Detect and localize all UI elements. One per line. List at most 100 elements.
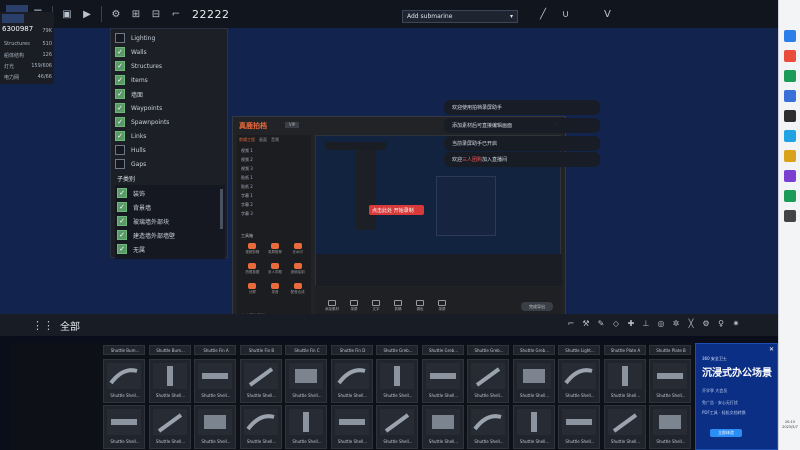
recording-tooltip[interactable]: 点击此处 开始录制 <box>369 205 424 215</box>
track-item[interactable]: 字幕 3 <box>241 210 307 217</box>
tab-picture[interactable]: 画面 <box>259 137 267 143</box>
part-tile[interactable]: Shuttle Fin B <box>239 345 282 355</box>
add-media-button[interactable]: 添加素材 <box>323 300 341 312</box>
close-icon[interactable]: ✕ <box>769 346 774 353</box>
ad-cta-button[interactable]: 立即体验 <box>710 429 742 437</box>
part-tile[interactable]: Shuttle Shell... <box>649 359 691 403</box>
part-tile[interactable]: Shuttle Fin D <box>330 345 373 355</box>
part-tile[interactable]: Shuttle Plate B <box>649 345 691 355</box>
layer-toggle-waypoints[interactable]: Waypoints <box>115 102 162 114</box>
subcategory-item[interactable]: 建造墙外部墙壁 <box>117 229 175 241</box>
checkbox[interactable] <box>115 103 125 113</box>
pen-icon[interactable]: ╱ <box>540 9 556 20</box>
layer-toggle-links[interactable]: Links <box>115 130 146 142</box>
checkbox[interactable] <box>115 33 125 43</box>
track-item[interactable]: 视频 3 <box>241 165 307 172</box>
app-icon[interactable] <box>784 70 796 82</box>
app-icon[interactable] <box>784 110 796 122</box>
pipe-icon[interactable]: ⊥ <box>640 319 652 331</box>
tool-item[interactable]: 视频剪辑 <box>241 243 264 257</box>
part-tile[interactable]: Shuttle Greb... <box>467 345 509 355</box>
text-button[interactable]: 文字 <box>367 300 385 312</box>
part-tile[interactable]: Shuttle Shell... <box>239 359 282 403</box>
subcategory-item[interactable]: 装饰 <box>117 187 145 199</box>
app-icon[interactable] <box>784 50 796 62</box>
part-tile[interactable]: Shuttle Bum... <box>103 345 145 355</box>
part-tile[interactable]: Shuttle Shell... <box>467 405 509 449</box>
bracket-icon[interactable]: ⌐ <box>169 7 183 21</box>
tool-icon[interactable]: ⚒ <box>580 319 592 331</box>
tab-audio[interactable]: 音频 <box>271 137 279 143</box>
gun-icon[interactable]: ⌐ <box>565 319 577 331</box>
wrap-icon[interactable]: ⊟ <box>149 7 163 21</box>
subcategory-item[interactable]: 玻璃墙外部块 <box>117 215 169 227</box>
part-tile[interactable]: Shuttle Shell... <box>558 405 600 449</box>
wrench-icon[interactable]: ✎ <box>595 319 607 331</box>
tool-item[interactable]: 多人同框 <box>264 263 287 277</box>
part-tile[interactable]: Shuttle Greb... <box>421 345 464 355</box>
part-tile[interactable]: Shuttle Shell... <box>194 359 236 403</box>
part-tile[interactable]: Shuttle Shell... <box>148 405 191 449</box>
part-tile[interactable]: Shuttle Shell... <box>330 405 373 449</box>
layer-toggle-spawnpoints[interactable]: Spawnpoints <box>115 116 169 128</box>
track-item[interactable]: 视频 1 <box>241 147 307 154</box>
checkbox[interactable] <box>115 159 125 169</box>
app-icon[interactable] <box>784 130 796 142</box>
part-tile[interactable]: Shuttle Light... <box>558 345 600 355</box>
magnet-icon[interactable]: ∪ <box>562 9 578 20</box>
gauge-icon[interactable]: ◎ <box>655 319 667 331</box>
checkbox[interactable] <box>115 47 125 57</box>
export-button[interactable]: 完成导出 <box>521 301 553 311</box>
settings-icon[interactable]: ⚙ <box>109 7 123 21</box>
track-item[interactable]: 字幕 2 <box>241 201 307 208</box>
checkbox[interactable] <box>115 75 125 85</box>
checkbox[interactable] <box>117 216 127 226</box>
layer-toggle-lighting[interactable]: Lighting <box>115 32 155 44</box>
cut-button[interactable]: 剪辑 <box>389 300 407 312</box>
part-tile[interactable]: Shuttle Shell... <box>558 359 600 403</box>
pill-icon[interactable]: ✚ <box>625 319 637 331</box>
tab-project[interactable]: 剪辑工程 <box>239 137 255 143</box>
tool-item[interactable]: 分屏 <box>241 283 264 297</box>
checkbox[interactable] <box>117 202 127 212</box>
part-tile[interactable]: Shuttle Plate A <box>603 345 646 355</box>
part-tile[interactable]: Shuttle Shell... <box>512 405 555 449</box>
part-tile[interactable]: Shuttle Fin A <box>194 345 236 355</box>
armor-icon[interactable]: ◇ <box>610 319 622 331</box>
part-tile[interactable]: Shuttle Fin C <box>285 345 327 355</box>
checkbox[interactable] <box>115 131 125 141</box>
category-all[interactable]: 全部 <box>60 318 80 333</box>
fork-icon[interactable]: Ⅴ <box>604 9 620 20</box>
part-tile[interactable]: Shuttle Shell... <box>103 405 145 449</box>
track-item[interactable]: 视频 2 <box>241 156 307 163</box>
part-tile[interactable]: Shuttle Shell... <box>103 359 145 403</box>
checkbox[interactable] <box>117 230 127 240</box>
part-tile[interactable]: Shuttle Shell... <box>376 359 418 403</box>
save-icon[interactable]: ▣ <box>60 7 74 21</box>
part-tile[interactable]: Shuttle Shell... <box>239 405 282 449</box>
star-icon[interactable]: ✷ <box>730 319 742 331</box>
app-icon[interactable] <box>784 190 796 202</box>
taskbar-clock[interactable]: 20:15 2023/5/7 <box>780 420 800 430</box>
checkbox[interactable] <box>117 244 127 254</box>
part-tile[interactable]: Shuttle Shell... <box>512 359 555 403</box>
layer-toggle-items[interactable]: Items <box>115 74 148 86</box>
part-tile[interactable]: Shuttle Shell... <box>330 359 373 403</box>
part-tile[interactable]: Shuttle Shell... <box>194 405 236 449</box>
part-tile[interactable]: Shuttle Shell... <box>421 359 464 403</box>
layer-toggle-structures[interactable]: Structures <box>115 60 162 72</box>
record-screen-button[interactable]: 录屏 <box>345 300 363 312</box>
app-icon[interactable] <box>784 30 796 42</box>
color-button[interactable]: 调色 <box>411 300 429 312</box>
layer-toggle-gaps[interactable]: Gaps <box>115 158 146 170</box>
checkbox[interactable] <box>115 61 125 71</box>
tool-item[interactable]: 配音合成 <box>286 283 309 297</box>
part-tile[interactable]: Shuttle Bum... <box>148 345 191 355</box>
gear-icon[interactable]: ⚙ <box>700 319 712 331</box>
fan-icon[interactable]: ✲ <box>670 319 682 331</box>
track-item[interactable]: 贴纸 2 <box>241 183 307 190</box>
subcategory-item[interactable]: 无属 <box>117 243 145 255</box>
track-item[interactable]: 贴纸 1 <box>241 174 307 181</box>
layer-toggle-wall-surface[interactable]: 墙面 <box>115 88 143 100</box>
app-icon[interactable] <box>784 170 796 182</box>
